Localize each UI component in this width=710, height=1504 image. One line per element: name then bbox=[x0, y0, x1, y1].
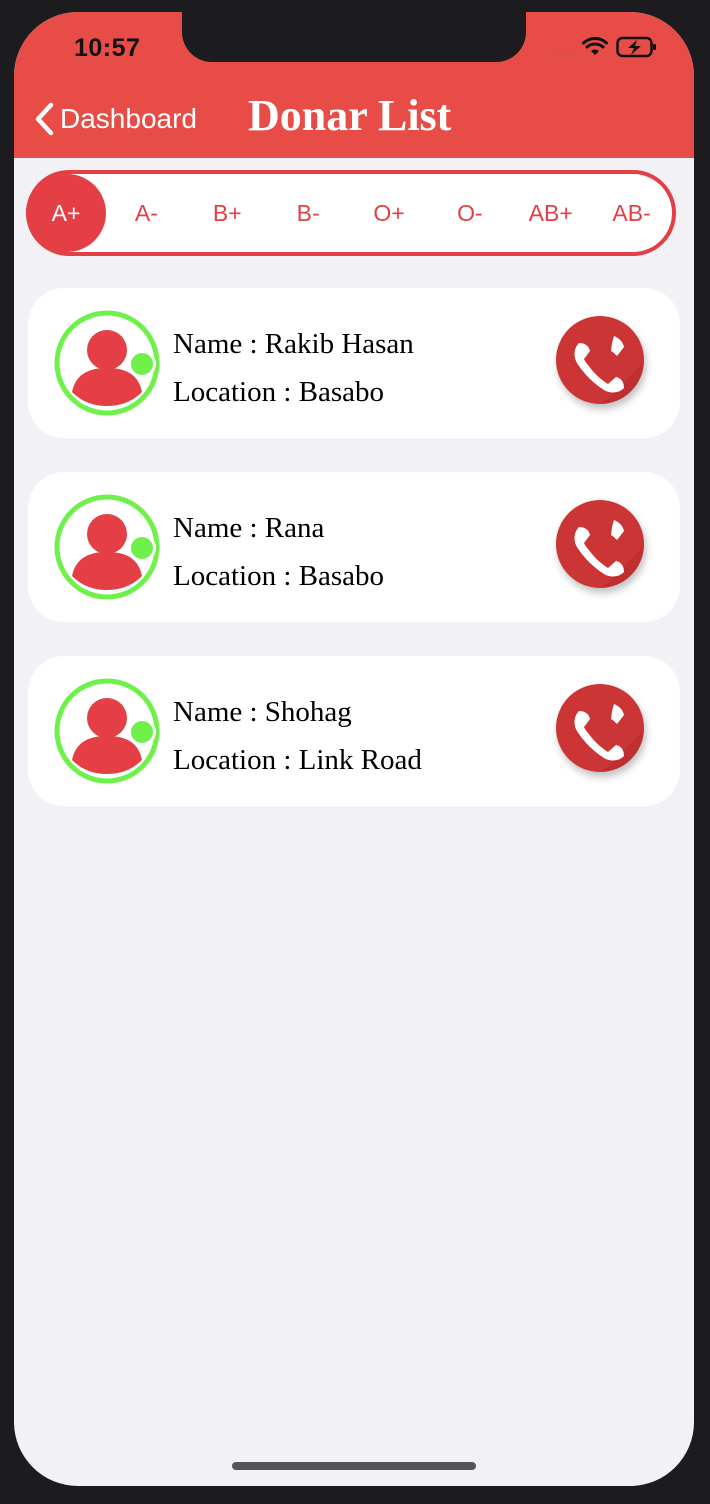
notch bbox=[182, 12, 526, 62]
blood-group-b-negative[interactable]: B- bbox=[268, 174, 349, 252]
donor-name: Name : Rana bbox=[173, 512, 325, 544]
status-icons: .... bbox=[554, 36, 658, 63]
blood-group-o-negative[interactable]: O- bbox=[429, 174, 510, 252]
donor-card: Name : Shohag Location : Link Road bbox=[28, 656, 680, 806]
blood-group-ab-positive[interactable]: AB+ bbox=[510, 174, 591, 252]
donor-name: Name : Shohag bbox=[173, 696, 352, 728]
page-title: Donar List bbox=[248, 91, 452, 140]
call-button[interactable] bbox=[556, 684, 644, 772]
blood-group-ab-negative[interactable]: AB- bbox=[591, 174, 672, 252]
signal-icon: .... bbox=[554, 41, 574, 58]
blood-group-o-positive[interactable]: O+ bbox=[349, 174, 430, 252]
avatar-online-icon bbox=[54, 678, 160, 784]
wifi-icon bbox=[582, 37, 608, 62]
phone-screen: 10:57 .... Dashboard Donar List A+ A- B+… bbox=[14, 12, 694, 1486]
chevron-left-icon bbox=[35, 102, 54, 136]
donor-name: Name : Rakib Hasan bbox=[173, 328, 414, 360]
phone-icon bbox=[574, 336, 644, 404]
home-indicator[interactable] bbox=[232, 1462, 476, 1470]
donor-location: Location : Basabo bbox=[173, 560, 385, 592]
donor-info: Name : Rakib Hasan Location : Basabo bbox=[173, 320, 414, 416]
blood-group-b-positive[interactable]: B+ bbox=[187, 174, 268, 252]
back-button-label: Dashboard bbox=[60, 103, 197, 134]
back-button[interactable]: Dashboard bbox=[34, 102, 197, 136]
donor-card: Name : Rakib Hasan Location : Basabo bbox=[28, 288, 680, 438]
call-button[interactable] bbox=[556, 316, 644, 404]
donor-list: Name : Rakib Hasan Location : Basabo Nam… bbox=[28, 288, 680, 840]
donor-info: Name : Rana Location : Basabo bbox=[173, 504, 384, 600]
donor-location: Location : Link Road bbox=[173, 744, 422, 776]
avatar-online-icon bbox=[54, 494, 160, 600]
blood-group-selector: A+ A- B+ B- O+ O- AB+ AB- bbox=[26, 170, 676, 256]
donor-info: Name : Shohag Location : Link Road bbox=[173, 688, 422, 784]
donor-location: Location : Basabo bbox=[173, 376, 385, 408]
nav-header: 10:57 .... Dashboard Donar List bbox=[14, 12, 694, 158]
status-time: 10:57 bbox=[74, 34, 141, 62]
call-button[interactable] bbox=[556, 500, 644, 588]
phone-icon bbox=[574, 704, 644, 772]
blood-group-a-positive[interactable]: A+ bbox=[26, 174, 106, 252]
donor-card: Name : Rana Location : Basabo bbox=[28, 472, 680, 622]
avatar-online-icon bbox=[54, 310, 160, 416]
blood-group-a-negative[interactable]: A- bbox=[106, 174, 187, 252]
battery-charging-icon bbox=[616, 36, 658, 63]
phone-icon bbox=[574, 520, 644, 588]
